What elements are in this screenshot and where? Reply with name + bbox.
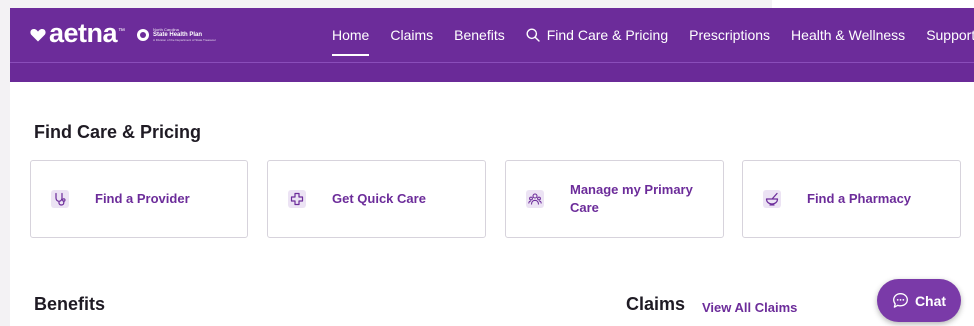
view-all-claims-link[interactable]: View All Claims (702, 300, 797, 315)
find-provider-card[interactable]: Find a Provider (30, 160, 248, 238)
find-pharmacy-label: Find a Pharmacy (807, 191, 912, 206)
chat-bubble-icon (892, 293, 908, 308)
nav-find-care-label: Find Care & Pricing (546, 27, 669, 43)
find-provider-label: Find a Provider (95, 191, 190, 206)
benefits-heading: Benefits (34, 294, 106, 314)
heart-icon (30, 29, 46, 42)
manage-primary-care-card[interactable]: Manage my Primary Care (505, 160, 724, 238)
state-seal-icon (137, 29, 150, 41)
search-icon (526, 28, 540, 42)
main-nav: Home Claims Benefits Find Care & Pricing… (332, 8, 974, 62)
mortar-pestle-icon (763, 190, 781, 208)
logo-trademark: ™ (118, 27, 126, 35)
cobrand-line-1: North Carolina (153, 27, 179, 32)
chat-button[interactable]: Chat (877, 279, 961, 322)
nav-claims[interactable]: Claims (390, 8, 433, 62)
aetna-logo[interactable]: aetna ™ (30, 19, 126, 47)
claims-heading: Claims (626, 294, 686, 314)
top-strip (0, 0, 974, 8)
get-quick-care-card[interactable]: Get Quick Care (267, 160, 486, 238)
medical-cross-icon (288, 190, 306, 208)
find-pharmacy-card[interactable]: Find a Pharmacy (742, 160, 961, 238)
cobrand-logo: North Carolina State Health Plan A Divis… (137, 28, 216, 42)
people-icon (526, 190, 544, 208)
cobrand-line-3: A Division of the Department of State Tr… (153, 38, 216, 42)
nav-support[interactable]: Support (926, 8, 974, 62)
nav-benefits[interactable]: Benefits (454, 8, 505, 62)
top-nav-bar: aetna ™ North Carolina State Health Plan… (10, 8, 974, 62)
nav-home[interactable]: Home (332, 8, 370, 62)
find-care-heading: Find Care & Pricing (34, 122, 202, 142)
top-strip-tab (772, 0, 974, 8)
nav-find-care[interactable]: Find Care & Pricing (526, 8, 668, 62)
manage-primary-care-label: Manage my Primary Care (570, 182, 693, 215)
stethoscope-icon (51, 190, 69, 208)
nav-sub-bar (10, 62, 974, 82)
chat-label: Chat (914, 292, 947, 309)
nav-prescriptions[interactable]: Prescriptions (689, 8, 770, 62)
logo-wordmark: aetna (49, 17, 118, 48)
main-content: Find Care & Pricing Find a Provider Get … (10, 82, 974, 326)
nav-health-wellness[interactable]: Health & Wellness (791, 8, 905, 62)
get-quick-care-label: Get Quick Care (332, 191, 426, 206)
